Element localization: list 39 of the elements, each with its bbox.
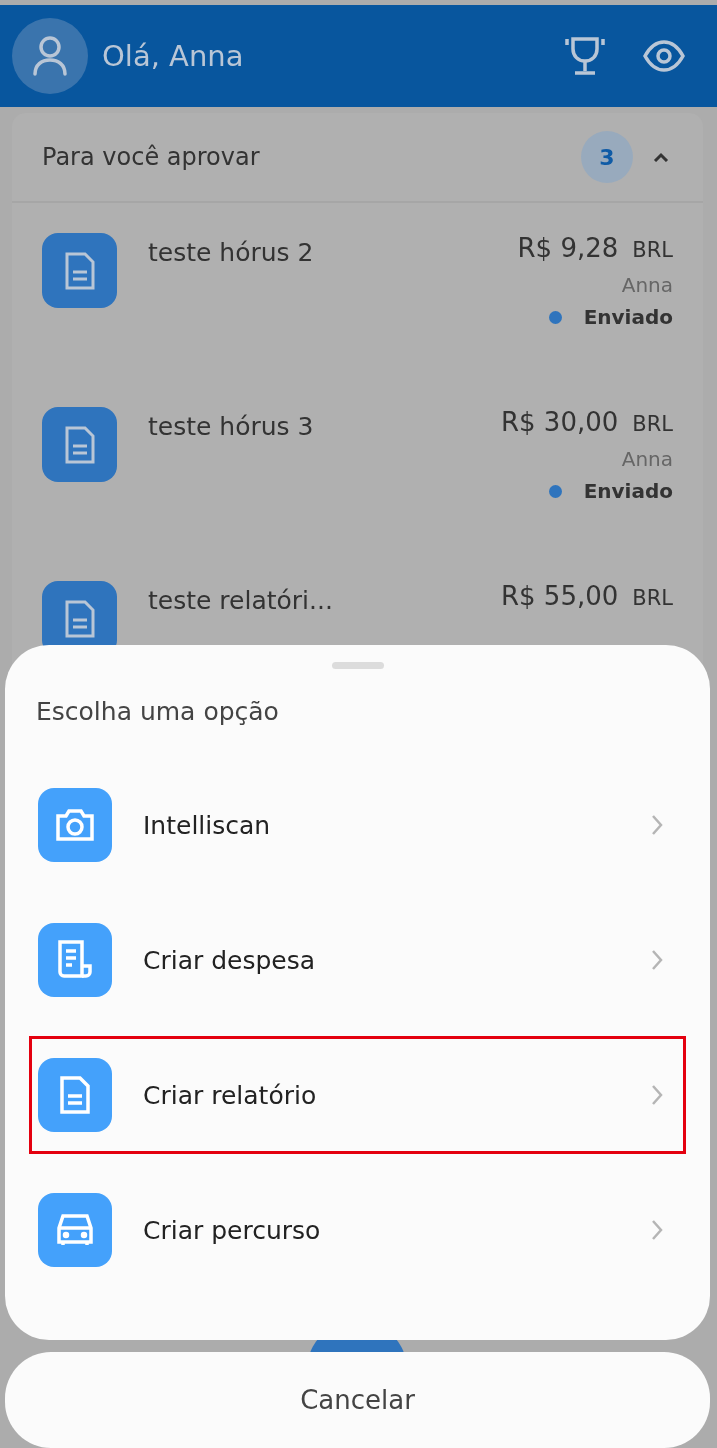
trophy-icon[interactable]	[563, 36, 607, 76]
car-icon	[38, 1193, 112, 1267]
option-item[interactable]: Intelliscan	[29, 766, 686, 884]
eye-icon[interactable]	[643, 40, 685, 72]
document-icon	[38, 1058, 112, 1132]
count-badge: 3	[581, 131, 633, 183]
amount: R$ 30,00	[501, 407, 619, 437]
currency: BRL	[632, 586, 673, 610]
currency: BRL	[632, 412, 673, 436]
greeting: Olá, Anna	[102, 39, 244, 73]
report-title[interactable]: teste hórus 2	[148, 238, 518, 267]
chevron-icon	[651, 949, 663, 971]
receipt-icon	[38, 923, 112, 997]
user-icon	[32, 35, 68, 77]
status-label: Enviado	[583, 305, 673, 329]
collapse-icon[interactable]	[653, 152, 669, 162]
submitter-name: Anna	[621, 447, 673, 471]
report-title[interactable]: teste relatóri...	[148, 586, 501, 615]
section-title: Para você aprovar	[42, 143, 261, 171]
camera-icon	[38, 788, 112, 862]
option-item[interactable]: Criar relatório	[29, 1036, 686, 1154]
drag-handle[interactable]	[331, 662, 384, 669]
document-icon[interactable]	[42, 407, 117, 482]
chevron-icon	[651, 1084, 663, 1106]
cancel-button[interactable]: Cancelar	[5, 1352, 710, 1448]
document-icon[interactable]	[42, 233, 117, 308]
chevron-icon	[651, 814, 663, 836]
status-dot	[548, 484, 562, 498]
sheet-title: Escolha uma opção	[36, 697, 280, 726]
currency: BRL	[632, 238, 673, 262]
option-item[interactable]: Criar despesa	[29, 901, 686, 1019]
chevron-icon	[651, 1219, 663, 1241]
status-label: Enviado	[583, 479, 673, 503]
amount: R$ 55,00	[501, 581, 619, 611]
amount: R$ 9,28	[517, 233, 619, 263]
report-title[interactable]: teste hórus 3	[148, 412, 501, 441]
submitter-name: Anna	[621, 273, 673, 297]
option-item[interactable]: Criar percurso	[29, 1171, 686, 1289]
status-dot	[548, 310, 562, 324]
